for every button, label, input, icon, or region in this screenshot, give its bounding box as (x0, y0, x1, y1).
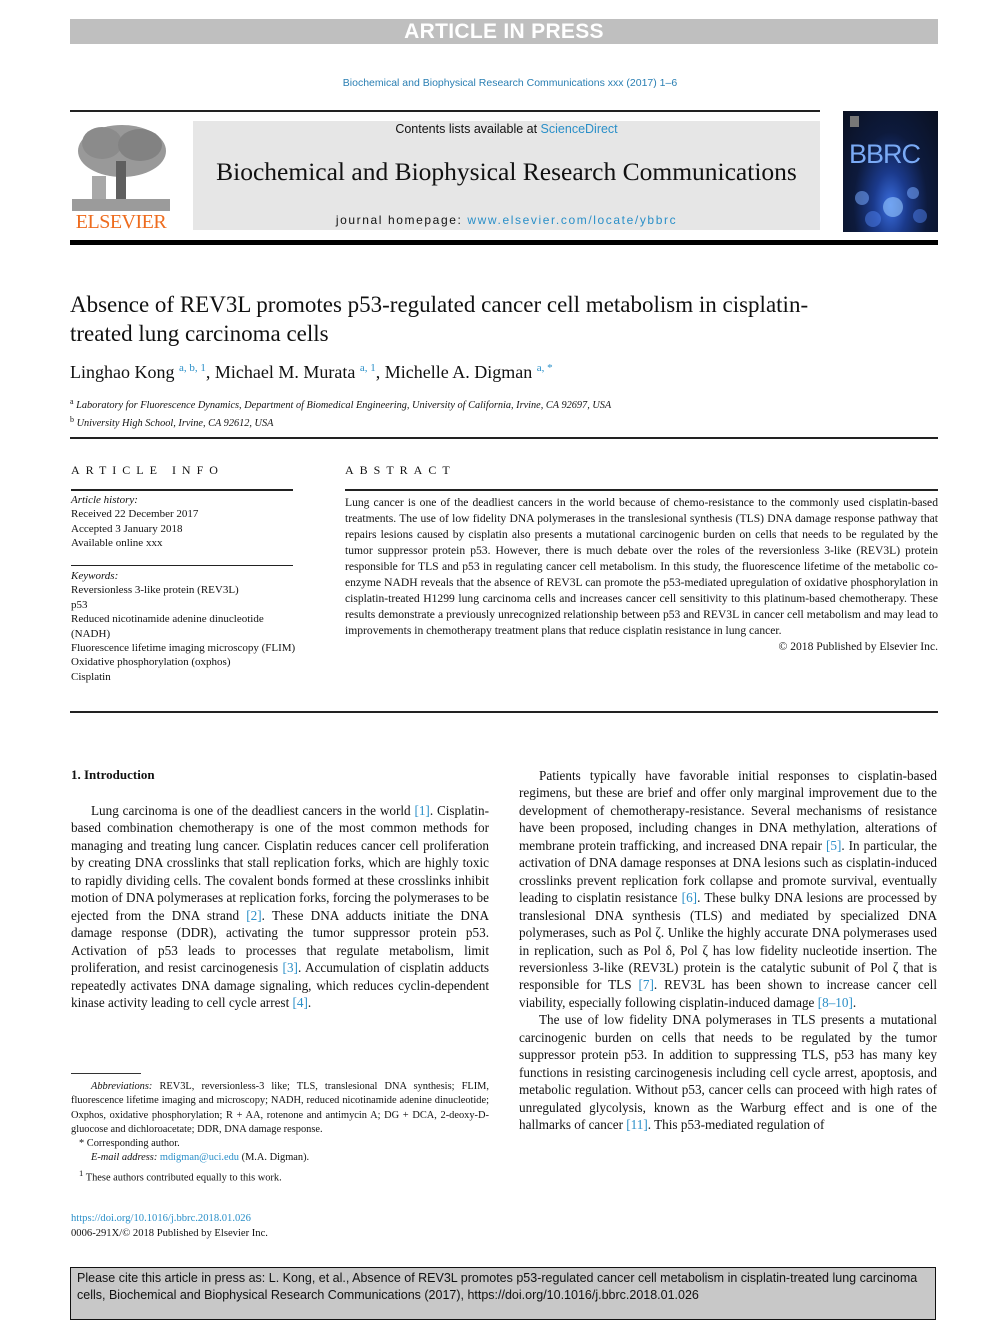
author-name[interactable]: Linghao Kong (70, 362, 174, 382)
abstract-text: Lung cancer is one of the deadliest canc… (345, 496, 938, 637)
elsevier-tree-icon (72, 121, 170, 211)
reference-link[interactable]: [11] (626, 1117, 647, 1132)
header-divider (70, 110, 820, 112)
abstract: Lung cancer is one of the deadliest canc… (345, 495, 938, 655)
reference-link[interactable]: [3] (283, 960, 298, 975)
doi-link[interactable]: https://doi.org/10.1016/j.bbrc.2018.01.0… (71, 1211, 268, 1226)
footnote-mark: 1 (79, 1167, 84, 1178)
reference-link[interactable]: [1] (414, 803, 429, 818)
article-title: Absence of REV3L promotes p53-regulated … (70, 292, 809, 346)
article-info-rule (71, 489, 293, 491)
homepage-link[interactable]: www.elsevier.com/locate/ybbrc (467, 213, 677, 227)
history-accepted: Accepted 3 January 2018 (71, 522, 183, 535)
reference-link[interactable]: [8–10] (818, 995, 853, 1010)
abstract-rule (345, 489, 938, 491)
homepage-prefix: journal homepage: (335, 213, 468, 227)
affiliations: a Laboratory for Fluorescence Dynamics, … (70, 395, 870, 431)
citation-box: Please cite this article in press as: L.… (70, 1267, 936, 1320)
affiliation-mark: a (70, 397, 74, 406)
reference-link[interactable]: [5] (826, 838, 841, 853)
body-column-left: Lung carcinoma is one of the deadliest c… (71, 802, 489, 1011)
keywords-label: Keywords: (71, 570, 119, 582)
paragraph-text: Lung carcinoma is one of the deadliest c… (91, 803, 415, 818)
paragraph-text: The use of low fidelity DNA polymerases … (519, 1012, 937, 1133)
author-list: Linghao Kong a, b, 1, Michael M. Murata … (70, 362, 553, 382)
cover-bokeh-dot (883, 197, 903, 217)
keyword-item: Cisplatin (71, 670, 111, 683)
email-owner: (M.A. Digman). (239, 1152, 310, 1164)
body-paragraph: Lung carcinoma is one of the deadliest c… (71, 802, 489, 1011)
email-label: E-mail address: (91, 1152, 158, 1164)
article-history-label: Article history: (71, 494, 138, 506)
history-received: Received 22 December 2017 (71, 508, 199, 521)
body-paragraph: Patients typically have favorable initia… (519, 767, 937, 1011)
corresponding-author-note: * Corresponding author. (79, 1138, 180, 1150)
affiliation-item: a Laboratory for Fluorescence Dynamics, … (70, 395, 870, 413)
sciencedirect-link[interactable]: ScienceDirect (541, 122, 618, 136)
email-link[interactable]: mdigman@uci.edu (160, 1152, 239, 1163)
affiliation-text: Laboratory for Fluorescence Dynamics, De… (76, 400, 612, 411)
introduction-heading: 1. Introduction (71, 767, 155, 782)
article-in-press-banner: ARTICLE IN PRESS (70, 19, 938, 44)
affiliation-item: b University High School, Irvine, CA 926… (70, 413, 870, 431)
cover-title: BBRC (849, 139, 921, 169)
cover-bokeh-dot (907, 187, 919, 199)
history-online: Available online xxx (71, 537, 163, 550)
author-affiliation-marks[interactable]: a, * (537, 362, 553, 374)
issn-copyright: 0006-291X/© 2018 Published by Elsevier I… (71, 1228, 268, 1239)
cover-bokeh-dot (913, 209, 927, 223)
keywords-rule (71, 565, 293, 566)
paragraph-text: . (307, 994, 312, 1010)
cover-bokeh-dot (855, 191, 869, 205)
footnote-rule (71, 1073, 141, 1074)
section-divider (70, 437, 938, 439)
equal-contribution-text: These authors contributed equally to thi… (85, 1172, 282, 1184)
abbreviations-label: Abbreviations: (91, 1081, 153, 1092)
keyword-item: Reversionless 3-like protein (REV3L) (71, 584, 239, 597)
journal-title: Biochemical and Biophysical Research Com… (216, 157, 797, 186)
author-affiliation-marks[interactable]: a, b, 1 (179, 362, 206, 374)
paragraph-text: . Cisplatin-based combination chemothera… (71, 803, 489, 923)
reference-link[interactable]: [7] (638, 977, 653, 992)
abstract-copyright: © 2018 Published by Elsevier Inc. (778, 640, 938, 653)
masthead-bottom-rule (70, 240, 938, 245)
contents-line: Contents lists available at ScienceDirec… (193, 121, 820, 137)
keywords: Keywords: Reversionless 3-like protein (… (71, 569, 296, 684)
email-note: E-mail address: mdigman@uci.edu (M.A. Di… (71, 1151, 489, 1165)
keyword-item: p53 (71, 598, 88, 611)
affiliation-mark: b (70, 415, 74, 424)
affiliation-text: University High School, Irvine, CA 92612… (76, 418, 274, 429)
keyword-item: Fluorescence lifetime imaging microscopy… (71, 642, 296, 655)
contents-prefix: Contents lists available at (395, 122, 541, 136)
elsevier-wordmark: ELSEVIER (75, 211, 167, 233)
elsevier-logo[interactable]: ELSEVIER (70, 121, 172, 233)
body-column-right: Patients typically have favorable initia… (519, 767, 937, 1134)
journal-homepage-line: journal homepage: www.elsevier.com/locat… (193, 213, 820, 227)
abstract-heading: ABSTRACT (345, 463, 456, 477)
paragraph-text: . This p53-mediated regulation of (647, 1117, 825, 1133)
journal-masthead: Contents lists available at ScienceDirec… (193, 121, 820, 230)
body-paragraph: The use of low fidelity DNA polymerases … (519, 1011, 937, 1133)
author-name[interactable]: Michelle A. Digman (385, 362, 532, 382)
article-history: Article history: Received 22 December 20… (71, 493, 296, 551)
journal-reference-link[interactable]: Biochemical and Biophysical Research Com… (70, 77, 950, 89)
cover-bokeh-dot (865, 211, 881, 227)
reference-link[interactable]: [4] (293, 995, 308, 1010)
doi-block: https://doi.org/10.1016/j.bbrc.2018.01.0… (71, 1211, 268, 1241)
author-affiliation-marks[interactable]: a, 1 (360, 362, 376, 374)
paragraph-text: . (852, 994, 857, 1010)
footnotes: Abbreviations: REV3L, reversionless-3 li… (71, 1080, 489, 1186)
section-divider (70, 711, 938, 713)
abbreviations-footnote: Abbreviations: REV3L, reversionless-3 li… (71, 1080, 489, 1137)
reference-link[interactable]: [2] (246, 908, 261, 923)
keyword-item: Reduced nicotinamide adenine dinucleotid… (71, 613, 264, 640)
cover-emblem-icon (850, 116, 859, 127)
article-info-heading: ARTICLE INFO (71, 463, 224, 477)
author-name[interactable]: Michael M. Murata (215, 362, 355, 382)
reference-link[interactable]: [6] (682, 890, 697, 905)
equal-contribution-note: 1 These authors contributed equally to t… (71, 1166, 489, 1186)
journal-cover-image[interactable]: BBRC (843, 111, 938, 232)
keyword-item: Oxidative phosphorylation (oxphos) (71, 656, 231, 669)
